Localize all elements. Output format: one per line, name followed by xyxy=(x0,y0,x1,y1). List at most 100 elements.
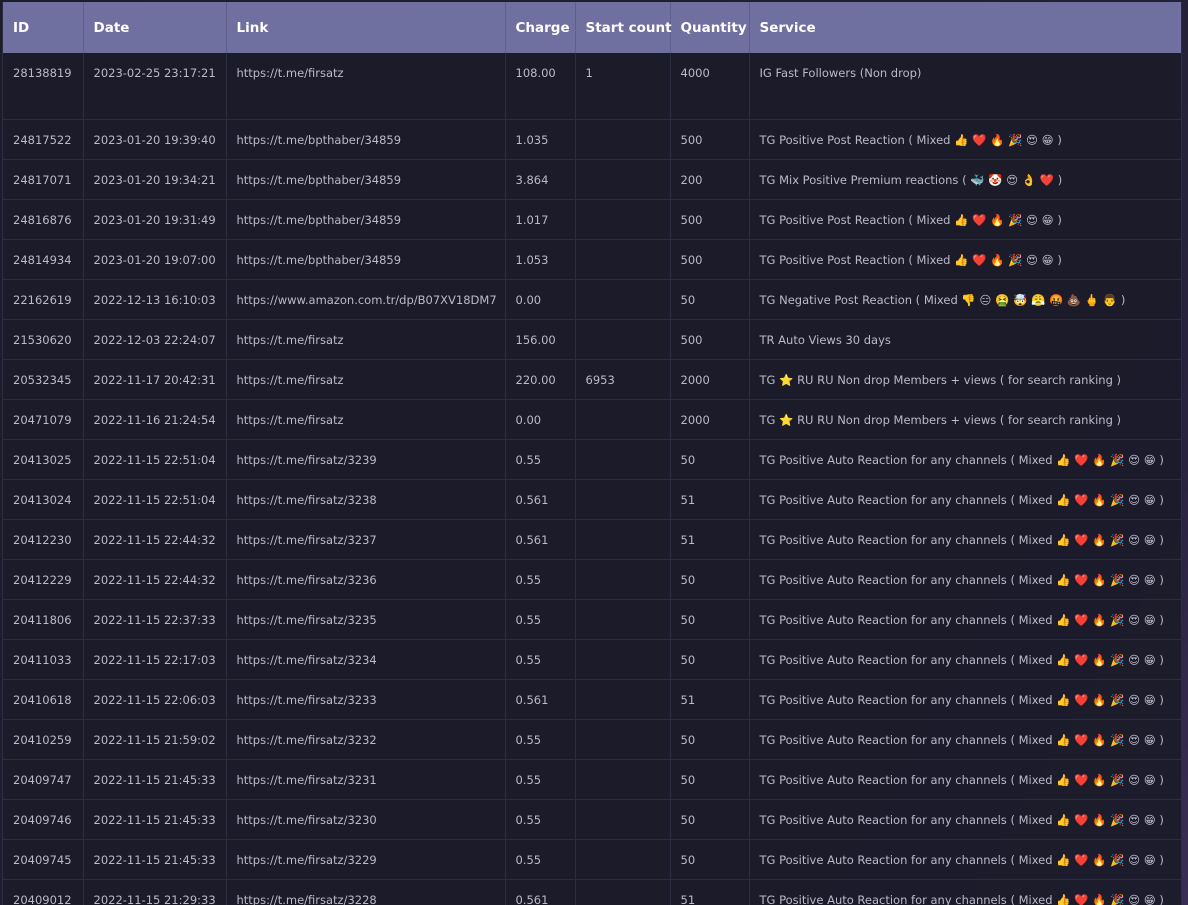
table-row[interactable]: 24816876 2023-01-20 19:31:49 https://t.me/… xyxy=(3,199,1181,240)
order-link-cell[interactable]: https://t.me/firsatz/3234 xyxy=(226,639,506,680)
table-row[interactable]: 24817071 2023-01-20 19:34:21 https://t.me/… xyxy=(3,159,1181,200)
order-link-cell[interactable]: https://t.me/firsatz/3237 xyxy=(226,519,506,560)
order-link-cell[interactable]: https://t.me/firsatz/3239 xyxy=(226,439,506,480)
table-row[interactable]: 20532345 2022-11-17 20:42:31 https://t.me/… xyxy=(3,359,1181,400)
table-row[interactable]: 21530620 2022-12-03 22:24:07 https://t.me/… xyxy=(3,319,1181,360)
order-charge-cell: 0.55 xyxy=(505,439,576,480)
order-link-cell[interactable]: https://www.amazon.com.tr/dp/B07XV18DM7 xyxy=(226,279,506,320)
order-link-cell[interactable]: https://t.me/firsatz/3236 xyxy=(226,559,506,600)
order-quantity-cell: 50 xyxy=(670,759,750,800)
order-id-cell: 20410618 xyxy=(3,679,84,720)
table-row[interactable]: 20413025 2022-11-15 22:51:04 https://t.me/… xyxy=(3,439,1181,480)
order-charge-cell: 0.55 xyxy=(505,599,576,640)
order-link-cell[interactable]: https://t.me/bpthaber/34859 xyxy=(226,239,506,280)
order-start-count-cell xyxy=(575,759,671,800)
order-link-cell[interactable]: https://t.me/firsatz/3232 xyxy=(226,719,506,760)
order-charge-cell: 0.561 xyxy=(505,519,576,560)
table-row[interactable]: 20409747 2022-11-15 21:45:33 https://t.me/… xyxy=(3,759,1181,800)
order-quantity-cell: 51 xyxy=(670,679,750,720)
order-charge-cell: 220.00 xyxy=(505,359,576,400)
table-row[interactable]: 24814934 2023-01-20 19:07:00 https://t.me/… xyxy=(3,239,1181,280)
order-link-cell[interactable]: https://t.me/firsatz xyxy=(226,399,506,440)
table-row[interactable]: 20412230 2022-11-15 22:44:32 https://t.me/… xyxy=(3,519,1181,560)
table-row[interactable]: 20412229 2022-11-15 22:44:32 https://t.me/… xyxy=(3,559,1181,600)
order-date-cell: 2022-11-15 22:51:04 xyxy=(83,439,227,480)
order-quantity-cell: 50 xyxy=(670,719,750,760)
order-link-cell[interactable]: https://t.me/firsatz xyxy=(226,319,506,360)
column-header-service[interactable]: Service xyxy=(749,2,1181,53)
order-charge-cell: 0.561 xyxy=(505,479,576,520)
order-charge-cell: 1.053 xyxy=(505,239,576,280)
order-quantity-cell: 50 xyxy=(670,799,750,840)
order-link-cell[interactable]: https://t.me/bpthaber/34859 xyxy=(226,119,506,160)
order-link-cell[interactable]: https://t.me/bpthaber/34859 xyxy=(226,199,506,240)
table-row[interactable]: 28138819 2023-02-25 23:17:21 https://t.me/… xyxy=(3,53,1181,120)
order-id-cell: 20409012 xyxy=(3,879,84,905)
order-date-cell: 2022-11-15 22:06:03 xyxy=(83,679,227,720)
order-date-cell: 2023-01-20 19:39:40 xyxy=(83,119,227,160)
order-link-cell[interactable]: https://t.me/firsatz/3231 xyxy=(226,759,506,800)
order-id-cell: 24814934 xyxy=(3,239,84,280)
table-row[interactable]: 20411033 2022-11-15 22:17:03 https://t.me/… xyxy=(3,639,1181,680)
table-row[interactable]: 24817522 2023-01-20 19:39:40 https://t.me/… xyxy=(3,119,1181,160)
order-start-count-cell xyxy=(575,799,671,840)
order-link-cell[interactable]: https://t.me/firsatz xyxy=(226,359,506,400)
order-charge-cell: 3.864 xyxy=(505,159,576,200)
order-charge-cell: 0.55 xyxy=(505,719,576,760)
column-header-link[interactable]: Link xyxy=(226,2,506,53)
order-link-cell[interactable]: https://t.me/firsatz/3238 xyxy=(226,479,506,520)
table-row[interactable]: 20411806 2022-11-15 22:37:33 https://t.me/… xyxy=(3,599,1181,640)
table-row[interactable]: 20409012 2022-11-15 21:29:33 https://t.me/… xyxy=(3,879,1181,905)
column-header-charge[interactable]: Charge xyxy=(505,2,576,53)
table-row[interactable]: 20471079 2022-11-16 21:24:54 https://t.me/… xyxy=(3,399,1181,440)
order-charge-cell: 0.55 xyxy=(505,759,576,800)
order-charge-cell: 1.035 xyxy=(505,119,576,160)
order-link-cell[interactable]: https://t.me/firsatz/3228 xyxy=(226,879,506,905)
order-link-cell[interactable]: https://t.me/firsatz/3229 xyxy=(226,839,506,880)
order-start-count-cell xyxy=(575,719,671,760)
order-start-count-cell xyxy=(575,879,671,905)
table-row[interactable]: 20410618 2022-11-15 22:06:03 https://t.me/… xyxy=(3,679,1181,720)
order-charge-cell: 0.55 xyxy=(505,839,576,880)
order-link-cell[interactable]: https://t.me/firsatz/3233 xyxy=(226,679,506,720)
order-date-cell: 2022-11-15 22:44:32 xyxy=(83,559,227,600)
order-date-cell: 2022-11-15 22:51:04 xyxy=(83,479,227,520)
column-header-quantity[interactable]: Quantity xyxy=(670,2,750,53)
order-service-cell: TG Positive Auto Reaction for any channe… xyxy=(749,879,1181,905)
order-quantity-cell: 50 xyxy=(670,439,750,480)
order-link-cell[interactable]: https://t.me/bpthaber/34859 xyxy=(226,159,506,200)
order-link-cell[interactable]: https://t.me/firsatz/3230 xyxy=(226,799,506,840)
order-charge-cell: 0.55 xyxy=(505,559,576,600)
order-quantity-cell: 4000 xyxy=(670,53,750,120)
column-header-id[interactable]: ID xyxy=(3,2,84,53)
order-link-cell[interactable]: https://t.me/firsatz xyxy=(226,53,506,120)
table-row[interactable]: 20410259 2022-11-15 21:59:02 https://t.me/… xyxy=(3,719,1181,760)
order-date-cell: 2022-11-15 22:37:33 xyxy=(83,599,227,640)
table-row[interactable]: 20409746 2022-11-15 21:45:33 https://t.me/… xyxy=(3,799,1181,840)
order-id-cell: 20409747 xyxy=(3,759,84,800)
table-row[interactable]: 22162619 2022-12-13 16:10:03 https://www.a… xyxy=(3,279,1181,320)
order-id-cell: 20413025 xyxy=(3,439,84,480)
table-row[interactable]: 20409745 2022-11-15 21:45:33 https://t.me/… xyxy=(3,839,1181,880)
order-date-cell: 2022-11-15 21:45:33 xyxy=(83,799,227,840)
order-charge-cell: 0.55 xyxy=(505,639,576,680)
order-date-cell: 2022-11-15 21:45:33 xyxy=(83,759,227,800)
order-link-cell[interactable]: https://t.me/firsatz/3235 xyxy=(226,599,506,640)
order-start-count-cell xyxy=(575,679,671,720)
order-date-cell: 2023-02-25 23:17:21 xyxy=(83,53,227,120)
order-date-cell: 2023-01-20 19:34:21 xyxy=(83,159,227,200)
order-date-cell: 2022-12-13 16:10:03 xyxy=(83,279,227,320)
order-id-cell: 20411806 xyxy=(3,599,84,640)
table-row[interactable]: 20413024 2022-11-15 22:51:04 https://t.me/… xyxy=(3,479,1181,520)
column-header-date[interactable]: Date xyxy=(83,2,227,53)
order-service-cell: TG Positive Auto Reaction for any channe… xyxy=(749,599,1181,640)
order-charge-cell: 0.00 xyxy=(505,279,576,320)
order-id-cell: 24816876 xyxy=(3,199,84,240)
order-start-count-cell xyxy=(575,639,671,680)
order-service-cell: TG Positive Auto Reaction for any channe… xyxy=(749,679,1181,720)
order-service-cell: TG ⭐ RU RU Non drop Members + views ( fo… xyxy=(749,399,1181,440)
order-date-cell: 2022-11-15 22:17:03 xyxy=(83,639,227,680)
order-start-count-cell xyxy=(575,239,671,280)
order-id-cell: 28138819 xyxy=(3,53,84,120)
column-header-start-count[interactable]: Start count xyxy=(575,2,672,53)
